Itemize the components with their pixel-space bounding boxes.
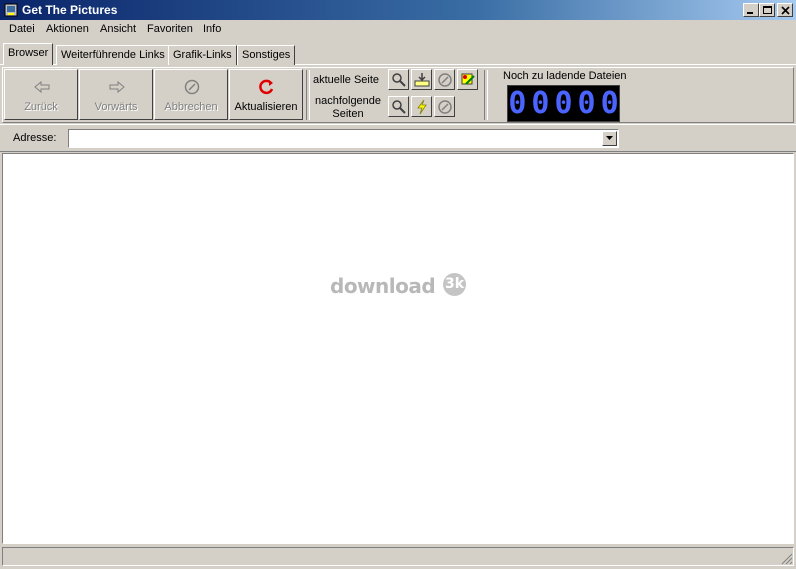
minimize-button[interactable] xyxy=(743,3,759,17)
maximize-button[interactable] xyxy=(759,3,775,17)
menu-datei[interactable]: Datei xyxy=(9,23,35,35)
tab-weiterfuehrende-links[interactable]: Weiterführende Links xyxy=(56,45,170,65)
back-button[interactable]: Zurück xyxy=(4,69,78,120)
toolbar-separator xyxy=(306,70,310,120)
picture-wand-icon xyxy=(461,73,475,85)
forward-label: Vorwärts xyxy=(94,101,138,113)
counter-digit: 0 xyxy=(531,85,550,121)
browser-view[interactable] xyxy=(2,153,794,544)
next-pages-stop-button[interactable] xyxy=(434,96,455,117)
counter-digit: 0 xyxy=(554,85,573,121)
stop-icon xyxy=(184,79,200,95)
watermark-text: download xyxy=(330,274,436,298)
tab-sonstiges[interactable]: Sonstiges xyxy=(237,45,296,65)
next-pages-lightning-button[interactable] xyxy=(411,96,432,117)
app-icon[interactable] xyxy=(4,3,18,17)
menu-info[interactable]: Info xyxy=(203,23,221,35)
menu-ansicht[interactable]: Ansicht xyxy=(100,23,136,35)
status-bar xyxy=(2,547,794,566)
remaining-files-counter: 0 0 0 0 0 xyxy=(507,85,620,122)
forward-button[interactable]: Vorwärts xyxy=(79,69,153,120)
magnifier-icon xyxy=(392,73,406,87)
close-icon xyxy=(781,6,790,15)
stop-icon xyxy=(438,100,452,114)
current-page-search-button[interactable] xyxy=(388,69,409,90)
back-label: Zurück xyxy=(24,101,58,113)
minimize-icon xyxy=(747,12,753,14)
maximize-icon xyxy=(763,6,772,14)
refresh-button[interactable]: Aktualisieren xyxy=(229,69,303,120)
current-page-label: aktuelle Seite xyxy=(313,74,380,86)
address-label: Adresse: xyxy=(13,132,57,144)
stop-button[interactable]: Abbrechen xyxy=(154,69,228,120)
counter-digit: 0 xyxy=(600,85,619,121)
arrow-right-icon xyxy=(109,80,125,94)
refresh-icon xyxy=(259,79,274,95)
next-pages-label-line1: nachfolgende xyxy=(314,95,382,107)
stop-icon xyxy=(438,73,452,87)
stop-label: Abbrechen xyxy=(164,101,218,113)
tab-browser[interactable]: Browser xyxy=(3,43,54,65)
toolbar-separator xyxy=(484,70,488,120)
current-page-download-button[interactable] xyxy=(411,69,432,90)
menu-favoriten[interactable]: Favoriten xyxy=(147,23,193,35)
close-button[interactable] xyxy=(777,3,793,17)
current-page-picture-button[interactable] xyxy=(457,69,478,90)
next-pages-label-line2: Seiten xyxy=(332,108,364,120)
next-pages-label: nachfolgende Seiten xyxy=(313,95,383,121)
counter-digit: 0 xyxy=(508,85,527,121)
chevron-down-icon xyxy=(606,136,613,140)
window-title: Get The Pictures xyxy=(22,3,118,17)
magnifier-icon xyxy=(392,100,406,114)
address-dropdown-button[interactable] xyxy=(602,131,617,146)
watermark-badge: 3k xyxy=(443,273,466,296)
tab-grafik-links[interactable]: Grafik-Links xyxy=(168,45,237,65)
address-input[interactable] xyxy=(68,129,619,148)
arrow-left-icon xyxy=(34,80,50,94)
download-tray-icon xyxy=(414,73,430,87)
title-bar[interactable] xyxy=(0,0,796,20)
refresh-label: Aktualisieren xyxy=(234,101,298,113)
current-page-stop-button[interactable] xyxy=(434,69,455,90)
next-pages-search-button[interactable] xyxy=(388,96,409,117)
counter-digit: 0 xyxy=(577,85,596,121)
menu-aktionen[interactable]: Aktionen xyxy=(46,23,89,35)
lightning-icon xyxy=(417,99,427,115)
remaining-files-label: Noch zu ladende Dateien xyxy=(503,70,627,82)
resize-grip-icon[interactable] xyxy=(781,553,793,565)
